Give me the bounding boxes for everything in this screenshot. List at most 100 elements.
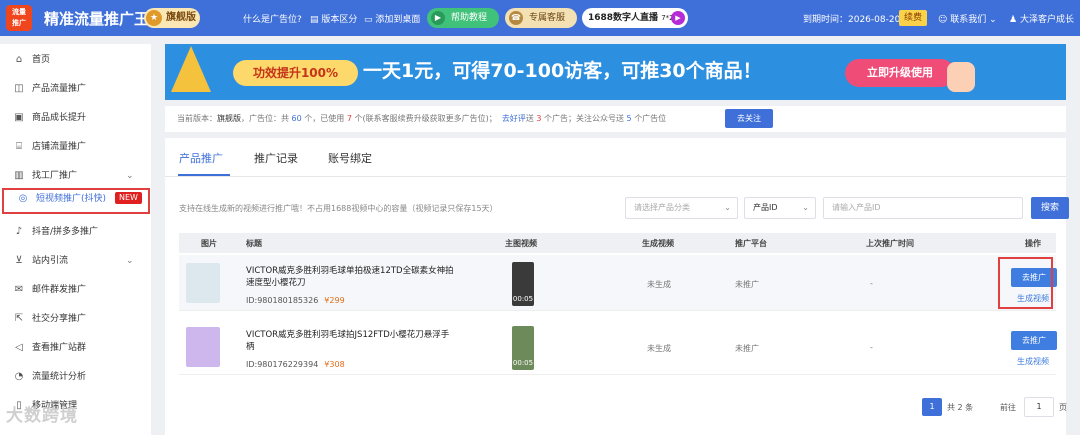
user-account[interactable]: ♟ 大泽客户成长 <box>1009 12 1074 25</box>
tab-promotion-record[interactable]: 推广记录 <box>254 150 298 166</box>
sidebar-item-email[interactable]: ✉ 邮件群发推广 <box>0 279 151 301</box>
product-title[interactable]: VICTOR威克多胜利羽毛球单拍极速12TD全碳素女神拍速度型小樱花刀 <box>246 265 456 289</box>
info-text: 个，已使用 <box>304 114 345 123</box>
tab-divider <box>165 176 1066 177</box>
video-duration: 00:05 <box>512 295 534 303</box>
tab-account-binding[interactable]: 账号绑定 <box>328 150 372 166</box>
review-link[interactable]: 去好评 <box>502 114 526 123</box>
sidebar-item-product-traffic[interactable]: ◫ 产品流量推广 <box>0 78 151 100</box>
upgrade-button[interactable]: 立即升级使用 <box>845 59 955 87</box>
sidebar-item-site-group[interactable]: ◁ 查看推广站群 <box>0 337 151 359</box>
video-hint: 支持在线生成新的视频进行推广哦！不占用1688视频中心的容量（视频记录只保存15… <box>179 204 498 213</box>
renew-button[interactable]: 续费 <box>899 10 927 26</box>
col-main-video: 主图视频 <box>505 239 537 248</box>
info-prefix: 当前版本： <box>177 114 217 123</box>
promo-banner[interactable]: 功效提升100% 一天1元，可得70-100访客，可推30个商品！ 立即升级使用 <box>165 44 1066 100</box>
category-select[interactable]: 请选择产品分类 ⌄ <box>625 197 738 219</box>
product-id-value: ID:980180185326 <box>246 296 319 305</box>
pointer-hand-icon <box>947 62 975 92</box>
share-icon: ⇱ <box>14 313 24 324</box>
sidebar-item-stats[interactable]: ◔ 流量统计分析 <box>0 366 151 388</box>
sidebar-item-label: 站内引流 <box>32 256 69 266</box>
vip-label: 专属客服 <box>529 13 566 23</box>
crown-icon: ★ <box>146 10 162 26</box>
product-id: ID:980176229394 ¥308 <box>246 360 345 369</box>
live-label: 1688数字人直播 <box>588 13 659 23</box>
follow-count: 5 <box>626 114 632 123</box>
col-action: 操作 <box>1025 239 1041 248</box>
sidebar-item-home[interactable]: ⌂ 首页 <box>0 49 151 71</box>
sidebar-item-short-video[interactable]: ◎ 短视频推广(抖快) NEW <box>2 188 150 214</box>
add-desktop-link[interactable]: ▭ 添加到桌面 <box>364 12 420 25</box>
edition-badge: ★ 旗舰版 <box>144 8 200 28</box>
expiry-date: 到期时间：2026-08-20 <box>803 15 901 25</box>
sidebar-item-label: 短视频推广(抖快) <box>36 194 107 204</box>
sidebar-item-site-traffic[interactable]: ⊻ 站内引流 ⌄ <box>0 250 151 272</box>
bag-icon: ◫ <box>14 83 24 94</box>
headset-icon: ☎ <box>509 11 523 25</box>
page-jump-input[interactable]: 1 <box>1024 397 1054 417</box>
home-icon: ⌂ <box>15 54 23 65</box>
promote-button[interactable]: 去推广 <box>1011 331 1057 350</box>
version-compare-label: 版本区分 <box>321 15 358 25</box>
play-circle-icon: ▶ <box>431 11 445 25</box>
top-bar: 流量 推广 精准流量推广王 ★ 旗舰版 什么是广告位? ▤ 版本区分 ▭ 添加到桌… <box>0 0 1080 36</box>
tab-product-promotion[interactable]: 产品推广 <box>179 150 223 166</box>
review-count: 3 <box>536 114 542 123</box>
info-text: 送 <box>525 114 534 123</box>
app-logo: 流量 推广 <box>6 5 32 31</box>
product-id-input[interactable]: 请输入产品ID <box>823 197 1023 219</box>
sidebar-item-label: 商品成长提升 <box>32 113 87 123</box>
search-button[interactable]: 搜索 <box>1031 197 1069 219</box>
info-text: ，广告位：共 <box>241 114 289 123</box>
contact-us-menu[interactable]: ☺ 联系我们 ⌄ <box>938 12 997 25</box>
col-image: 图片 <box>201 239 217 248</box>
main-video-thumb[interactable]: 00:05 <box>512 326 534 370</box>
main-video-thumb[interactable]: 00:05 <box>512 262 534 306</box>
funnel-icon: ⊻ <box>15 255 23 266</box>
product-image[interactable] <box>186 327 220 367</box>
app-title: 精准流量推广王 <box>44 10 150 28</box>
sidebar-item-product-growth[interactable]: ▣ 商品成长提升 <box>0 107 151 129</box>
sidebar-item-douyin-pdd[interactable]: ♪ 抖音/拼多多推广 <box>0 221 151 243</box>
version-compare-link[interactable]: ▤ 版本区分 <box>310 12 357 25</box>
live-stream-button[interactable]: 1688数字人直播 7*24h▶ <box>582 8 688 28</box>
what-is-ad-link[interactable]: 什么是广告位? <box>243 12 302 25</box>
ad-slot-info: 当前版本：旗舰版，广告位：共 60 个，已使用 7 个(联系客服续费升级获取更多… <box>177 113 666 124</box>
shop-icon: ⌸ <box>16 141 22 152</box>
page-current[interactable]: 1 <box>922 398 942 416</box>
total-slots: 60 <box>291 114 302 123</box>
sidebar-item-factory[interactable]: ▥ 找工厂推广 ⌄ <box>0 165 151 187</box>
col-gen-video: 生成视频 <box>642 239 674 248</box>
factory-icon: ▥ <box>14 170 24 181</box>
product-image[interactable] <box>186 263 220 303</box>
platform-status: 未推广 <box>735 344 759 353</box>
generate-video-link[interactable]: 生成视频 <box>1017 356 1049 367</box>
vip-service-button[interactable]: ☎ 专属客服 <box>505 8 577 28</box>
sidebar-item-social-share[interactable]: ⇱ 社交分享推广 <box>0 308 151 330</box>
box-icon: ▣ <box>14 112 24 123</box>
new-badge: NEW <box>115 192 142 204</box>
platform-status: 未推广 <box>735 280 759 289</box>
id-type-value: 产品ID <box>753 203 778 212</box>
chart-icon: ◔ <box>14 371 24 382</box>
info-text: 个(联系客服续费升级获取更多广告位)； <box>354 114 497 123</box>
play-icon: ▶ <box>671 11 685 25</box>
sidebar-item-shop-traffic[interactable]: ⌸ 店铺流量推广 <box>0 136 151 158</box>
banner-badge: 功效提升100% <box>233 60 358 86</box>
follow-button[interactable]: 去关注 <box>725 109 773 128</box>
person-icon: ♟ <box>1009 15 1020 25</box>
id-type-select[interactable]: 产品ID ⌄ <box>744 197 816 219</box>
col-platform: 推广平台 <box>735 239 767 248</box>
product-title[interactable]: VICTOR威克多胜利羽毛球拍JS12FTD小樱花刀悬浮手柄 <box>246 329 456 353</box>
help-tutorial-button[interactable]: ▶ 帮助教程 <box>427 8 499 28</box>
product-id-value: ID:980176229394 <box>246 360 319 369</box>
table-row: VICTOR威克多胜利羽毛球单拍极速12TD全碳素女神拍速度型小樱花刀 ID:9… <box>179 255 1057 311</box>
sidebar-item-label: 查看推广站群 <box>32 343 87 353</box>
info-edition: 旗舰版 <box>217 114 241 123</box>
chevron-down-icon: ⌄ <box>126 256 134 266</box>
info-text: 个广告位 <box>634 114 667 123</box>
page-goto-label: 前往 <box>1000 403 1016 412</box>
table-row: VICTOR威克多胜利羽毛球拍JS12FTD小樱花刀悬浮手柄 ID:980176… <box>179 319 1057 375</box>
chevron-down-icon: ⌄ <box>986 15 997 25</box>
